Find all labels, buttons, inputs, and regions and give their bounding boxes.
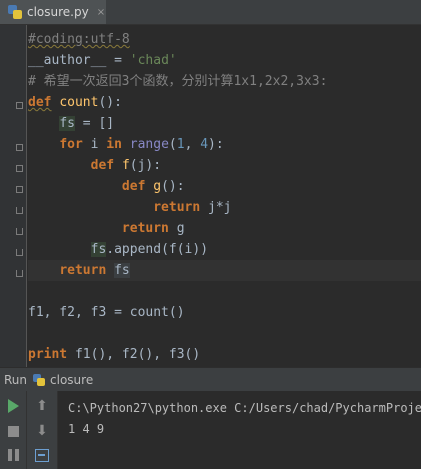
code-area[interactable]: #coding:utf-8 __author__ = 'chad' # 希望一次… [28,25,421,367]
code-line: #coding:utf-8 [28,32,130,47]
python-file-icon [33,373,46,386]
close-icon[interactable]: × [97,7,105,18]
code-line-current: return fs [28,260,421,281]
code-line: print f1(), f2(), f3() [28,347,201,362]
fold-end-icon[interactable] [16,207,23,214]
rerun-button[interactable] [6,399,20,413]
fold-end-icon[interactable] [16,270,23,277]
fold-icon[interactable] [16,186,23,193]
code-line: __author__ = 'chad' [28,53,177,68]
console-command-line: C:\Python27\python.exe C:/Users/chad/Pyc… [68,401,421,415]
code-line: f1, f2, f3 = count() [28,305,185,320]
code-line: fs = [] [59,116,115,131]
run-panel: ⬆ ⬇ C:\Python27\python.exe C:/Users/chad… [0,391,421,469]
arrow-down-icon: ⬇ [36,423,48,439]
arrow-up-icon: ⬆ [36,398,48,414]
stop-button[interactable] [6,424,20,438]
code-line: def f(j): [90,158,162,173]
soft-wrap-icon [35,448,49,462]
run-toolbar [0,391,27,469]
fold-icon[interactable] [16,144,23,151]
code-line: def g(): [121,179,185,194]
scroll-down-button[interactable]: ⬇ [35,424,49,438]
code-line: # 希望一次返回3个函数，分别计算1x1,2x2,3x3: [28,74,328,89]
run-config-name: closure [50,372,94,387]
run-tool-header: Run closure [0,367,421,392]
code-line: def count(): [28,95,122,110]
fold-icon[interactable] [16,102,23,109]
code-line: fs.append(f(i)) [90,242,209,257]
run-label: Run [4,372,28,387]
fold-end-icon[interactable] [16,249,23,256]
scroll-up-button[interactable]: ⬆ [35,399,49,413]
soft-wrap-button[interactable] [35,448,49,462]
code-editor[interactable]: #coding:utf-8 __author__ = 'chad' # 希望一次… [0,25,421,367]
code-line: return g [121,221,185,236]
stop-icon [7,425,19,437]
console-toolbar: ⬆ ⬇ [27,391,58,469]
code-line: for i in range(1, 4): [59,137,224,152]
pause-button[interactable] [6,448,20,462]
tab-label: closure.py [27,5,89,19]
fold-end-icon[interactable] [16,228,23,235]
play-icon [7,399,19,413]
editor-tab-bar: closure.py × [0,0,421,25]
fold-icon[interactable] [16,165,23,172]
code-line: return j*j [153,200,232,215]
console-output-line: 1 4 9 [68,422,105,436]
editor-gutter [0,25,27,367]
tab-closure-py[interactable]: closure.py × [0,0,106,24]
pause-icon [7,449,19,461]
python-file-icon [8,5,22,19]
console-output[interactable]: C:\Python27\python.exe C:/Users/chad/Pyc… [68,391,421,469]
